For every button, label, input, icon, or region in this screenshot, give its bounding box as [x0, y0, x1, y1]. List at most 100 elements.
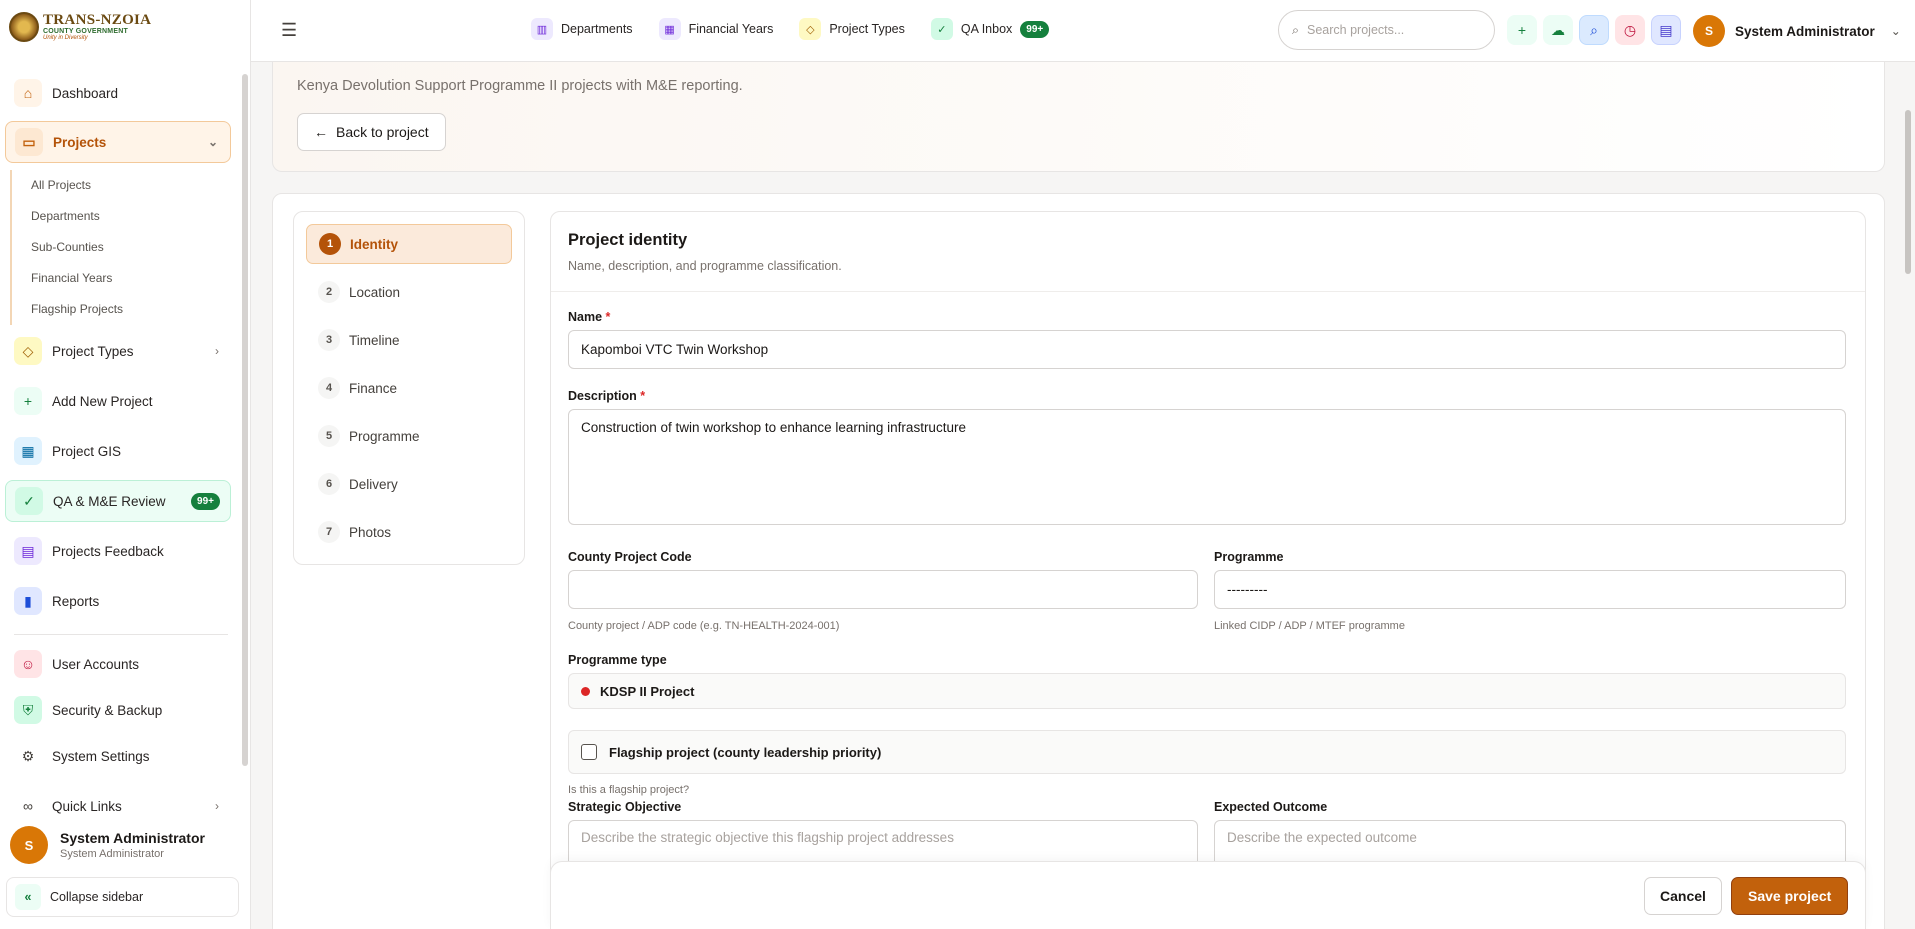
- chat-icon[interactable]: ▤: [1651, 15, 1681, 45]
- add-icon[interactable]: +: [1507, 15, 1537, 45]
- sidebar-item-label: Quick Links: [52, 798, 122, 814]
- step-delivery[interactable]: 6 Delivery: [306, 464, 512, 504]
- flagship-checkbox[interactable]: [581, 744, 597, 760]
- step-programme[interactable]: 5 Programme: [306, 416, 512, 456]
- sidebar-item-label: System Settings: [52, 748, 150, 764]
- search-icon: ⌕: [1292, 22, 1300, 37]
- programme-select[interactable]: ---------: [1214, 570, 1846, 609]
- logo-line-3: Unity in Diversity: [43, 35, 88, 41]
- sidebar-item-projects-feedback[interactable]: ▤ Projects Feedback: [5, 530, 231, 572]
- building-icon: ▥: [531, 18, 553, 40]
- county-project-code-hint: County project / ADP code (e.g. TN-HEALT…: [568, 620, 840, 632]
- flagship-label: Flagship project (county leadership prio…: [609, 744, 882, 760]
- tag-icon: ◇: [14, 337, 42, 365]
- programme-type-value: KDSP II Project: [600, 683, 695, 699]
- sidebar-item-system-settings[interactable]: ⚙ System Settings: [5, 735, 231, 777]
- required-mark: *: [640, 389, 646, 403]
- sidebar-item-label: Dashboard: [52, 85, 119, 101]
- submenu-item-sub-counties[interactable]: Sub-Counties: [12, 232, 230, 263]
- sidebar-item-label: Projects: [53, 134, 107, 150]
- strategic-objective-label: Strategic Objective: [568, 800, 682, 814]
- header-toolbar: + ☁ ⌕ ◷ ▤: [1507, 15, 1681, 45]
- collapse-sidebar-button[interactable]: « Collapse sidebar: [6, 877, 239, 917]
- sidebar-item-security-backup[interactable]: ⛨ Security & Backup: [5, 689, 231, 731]
- name-input[interactable]: Kapomboi VTC Twin Workshop: [568, 330, 1846, 369]
- sidebar-item-add-new-project[interactable]: + Add New Project: [5, 380, 231, 422]
- step-number: 7: [318, 521, 340, 543]
- step-timeline[interactable]: 3 Timeline: [306, 320, 512, 360]
- description-label: Description *: [568, 389, 645, 403]
- sidebar-user[interactable]: S System Administrator System Administra…: [10, 826, 205, 864]
- sidebar-item-quick-links[interactable]: ∞ Quick Links ›: [5, 785, 231, 827]
- step-photos[interactable]: 7 Photos: [306, 512, 512, 552]
- cancel-button[interactable]: Cancel: [1644, 877, 1722, 915]
- gear-icon: ⚙: [21, 747, 35, 764]
- step-number: 5: [318, 425, 340, 447]
- page-hero: Kenya Devolution Support Programme II pr…: [272, 62, 1885, 172]
- header-link-departments[interactable]: ▥ Departments: [531, 18, 633, 40]
- submenu-item-financial-years[interactable]: Financial Years: [12, 263, 230, 294]
- step-number: 3: [318, 329, 340, 351]
- search-placeholder: Search projects...: [1307, 23, 1405, 37]
- sidebar-item-project-gis[interactable]: ▦ Project GIS: [5, 430, 231, 472]
- description-textarea[interactable]: Construction of twin workshop to enhance…: [568, 409, 1846, 525]
- qa-inbox-badge: 99+: [1020, 20, 1050, 38]
- sidebar-scrollbar[interactable]: [242, 74, 248, 766]
- chevron-down-icon: ⌄: [1890, 24, 1901, 38]
- form-actions-bar: Cancel Save project: [550, 861, 1866, 929]
- search-tool-icon[interactable]: ⌕: [1579, 15, 1609, 45]
- step-label: Photos: [349, 524, 392, 540]
- form-subtitle: Name, description, and programme classif…: [568, 259, 842, 273]
- chevron-right-icon: ›: [215, 344, 219, 358]
- step-label: Location: [349, 284, 401, 300]
- sidebar-item-projects[interactable]: ▭ Projects ⌄: [5, 121, 231, 163]
- county-logo[interactable]: TRANS-NZOIA COUNTY GOVERNMENT Unity in D…: [9, 12, 151, 42]
- save-project-button[interactable]: Save project: [1731, 877, 1849, 915]
- step-number: 2: [318, 281, 340, 303]
- sidebar-item-reports[interactable]: ▮ Reports: [5, 580, 231, 622]
- required-mark: *: [605, 310, 611, 324]
- tag-icon: ◇: [799, 18, 822, 40]
- clock-icon[interactable]: ◷: [1615, 15, 1645, 45]
- step-identity[interactable]: 1 Identity: [306, 224, 512, 264]
- county-project-code-label: County Project Code: [568, 550, 692, 564]
- collapse-sidebar-label: Collapse sidebar: [50, 890, 144, 904]
- sidebar-item-user-accounts[interactable]: ☺ User Accounts: [5, 643, 231, 685]
- flagship-checkbox-row[interactable]: Flagship project (county leadership prio…: [568, 730, 1846, 774]
- county-project-code-input[interactable]: [568, 570, 1198, 609]
- cloud-upload-icon[interactable]: ☁: [1543, 15, 1573, 45]
- header-user-menu[interactable]: S System Administrator ⌄: [1693, 15, 1901, 47]
- county-seal-icon: [9, 12, 39, 42]
- sidebar-item-label: Security & Backup: [52, 702, 163, 718]
- submenu-item-departments[interactable]: Departments: [12, 201, 230, 232]
- page-scrollbar[interactable]: [1905, 110, 1911, 274]
- submenu-item-all-projects[interactable]: All Projects: [12, 170, 230, 201]
- user-name: System Administrator: [60, 830, 205, 846]
- sidebar-item-qa-review[interactable]: ✓ QA & M&E Review 99+: [5, 480, 231, 522]
- top-header: ☰ ▥ Departments ▦ Financial Years ◇ Proj…: [251, 0, 1915, 62]
- step-number: 6: [318, 473, 340, 495]
- form-header: Project identity Name, description, and …: [551, 212, 1865, 292]
- step-finance[interactable]: 4 Finance: [306, 368, 512, 408]
- name-label-text: Name: [568, 310, 603, 324]
- programme-type-label: Programme type: [568, 653, 667, 667]
- header-link-label: Departments: [561, 22, 633, 36]
- status-dot-icon: [581, 686, 590, 696]
- sidebar-item-dashboard[interactable]: ⌂ Dashboard: [5, 72, 231, 114]
- search-input[interactable]: ⌕ Search projects...: [1278, 10, 1495, 50]
- name-label: Name *: [568, 310, 610, 324]
- sidebar-divider: [14, 634, 228, 635]
- menu-icon[interactable]: ☰: [281, 20, 297, 41]
- sidebar-item-project-types[interactable]: ◇ Project Types ›: [5, 330, 231, 372]
- header-link-project-types[interactable]: ◇ Project Types: [799, 18, 905, 40]
- step-location[interactable]: 2 Location: [306, 272, 512, 312]
- shield-icon: ⛨: [14, 696, 42, 724]
- shield-check-icon: ✓: [15, 487, 43, 515]
- header-link-label: QA Inbox: [960, 22, 1013, 36]
- header-link-financial-years[interactable]: ▦ Financial Years: [658, 18, 773, 40]
- header-link-qa-inbox[interactable]: ✓ QA Inbox 99+: [930, 18, 1050, 40]
- back-to-project-button[interactable]: ← Back to project: [297, 113, 446, 151]
- submenu-item-flagship-projects[interactable]: Flagship Projects: [12, 294, 230, 325]
- avatar: S: [10, 826, 48, 864]
- description-label-text: Description: [568, 389, 637, 403]
